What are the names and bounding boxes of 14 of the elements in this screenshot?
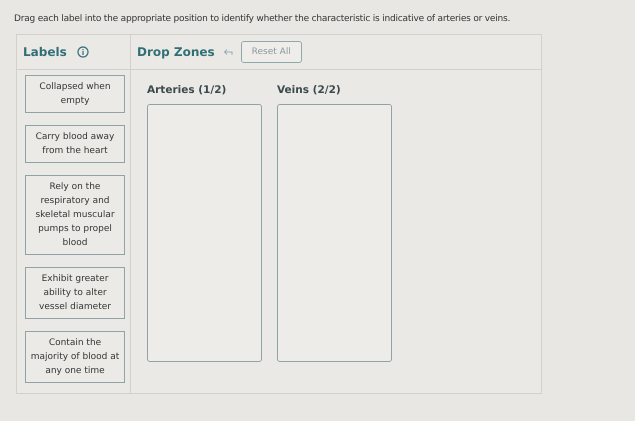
draggable-label[interactable]: Exhibit greater ability to alter vessel diameter xyxy=(25,267,125,319)
draggable-label[interactable]: Collapsed when empty xyxy=(25,75,125,113)
drop-zone[interactable] xyxy=(147,104,262,362)
draggable-label[interactable]: Rely on the respiratory and skeletal muscular pumps to propel blood xyxy=(25,175,125,255)
drop-zones-heading: Drop Zones xyxy=(137,45,215,59)
back-arrow-icon[interactable] xyxy=(222,48,233,56)
draggable-label[interactable]: Carry blood away from the heart xyxy=(25,125,125,163)
drop-zone[interactable] xyxy=(277,104,392,362)
zone-heading: Veins (2/2) xyxy=(277,84,342,96)
draggable-label[interactable]: Contain the majority of blood at any one time xyxy=(25,331,125,383)
labels-heading: Labels xyxy=(23,45,67,59)
instruction-text: Drag each label into the appropriate position to identify whether the characteristic is indicative of arteries or veins. xyxy=(14,14,512,24)
info-icon[interactable] xyxy=(76,46,89,58)
zone-heading: Arteries (1/2) xyxy=(147,84,228,96)
